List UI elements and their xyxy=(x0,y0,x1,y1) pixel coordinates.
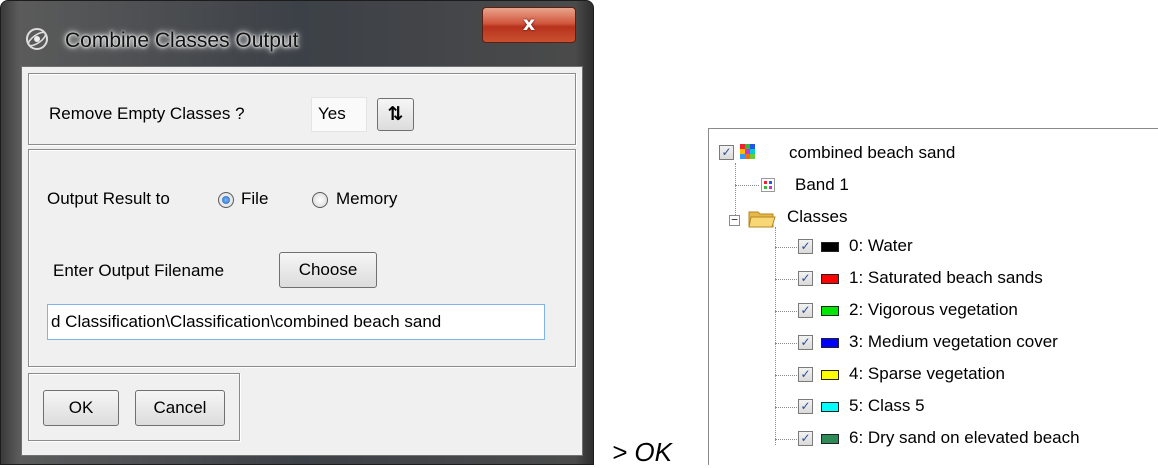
class-label[interactable]: 4: Sparse vegetation xyxy=(849,364,1005,384)
filename-label: Enter Output Filename xyxy=(53,261,225,280)
dialog-client-area: Remove Empty Classes ? Yes ⇅ Output Resu… xyxy=(21,66,583,456)
layer-tree-panel: ✓ combined beach sand Band 1 − Classes ✓… xyxy=(708,128,1158,465)
class-color-swatch[interactable] xyxy=(821,370,839,380)
choose-button[interactable]: Choose xyxy=(279,252,377,288)
band-icon xyxy=(761,178,775,192)
radio-memory-label[interactable]: Memory xyxy=(336,189,397,209)
class-checkbox[interactable]: ✓ xyxy=(798,399,813,414)
toggle-value-button[interactable]: ⇅ xyxy=(377,98,414,131)
class-color-swatch[interactable] xyxy=(821,306,839,316)
radio-file[interactable] xyxy=(218,192,234,208)
class-color-swatch[interactable] xyxy=(821,242,839,252)
class-checkbox[interactable]: ✓ xyxy=(798,303,813,318)
cancel-button[interactable]: Cancel xyxy=(135,390,225,426)
remove-empty-label: Remove Empty Classes ? xyxy=(49,104,245,123)
class-label[interactable]: 1: Saturated beach sands xyxy=(849,268,1043,288)
class-color-swatch[interactable] xyxy=(821,274,839,284)
tree-connector xyxy=(775,247,797,248)
output-filename-input[interactable]: d Classification\Classification\combined… xyxy=(47,304,545,340)
tree-connector xyxy=(775,227,776,445)
close-button[interactable]: x xyxy=(482,7,576,43)
class-checkbox[interactable]: ✓ xyxy=(798,239,813,254)
ok-caption: > OK xyxy=(612,437,672,467)
globe-app-icon xyxy=(26,28,48,50)
class-checkbox[interactable]: ✓ xyxy=(798,271,813,286)
class-checkbox[interactable]: ✓ xyxy=(798,367,813,382)
tree-connector xyxy=(775,343,797,344)
class-label[interactable]: 3: Medium vegetation cover xyxy=(849,332,1058,352)
remove-empty-value[interactable]: Yes xyxy=(311,97,367,132)
output-group: Output Result to File Memory Enter Outpu… xyxy=(28,149,576,367)
tree-connector xyxy=(775,311,797,312)
layer-checkbox[interactable]: ✓ xyxy=(719,145,734,160)
tree-connector xyxy=(775,279,797,280)
class-label[interactable]: 6: Dry sand on elevated beach xyxy=(849,428,1080,448)
radio-file-label[interactable]: File xyxy=(241,189,268,209)
radio-memory[interactable] xyxy=(312,192,328,208)
title-bar[interactable]: Combine Classes Output x xyxy=(1,1,595,73)
tree-connector xyxy=(775,439,797,440)
class-checkbox[interactable]: ✓ xyxy=(798,335,813,350)
dialog-title: Combine Classes Output xyxy=(65,29,299,52)
sort-arrows-icon: ⇅ xyxy=(387,103,404,125)
class-label[interactable]: 2: Vigorous vegetation xyxy=(849,300,1018,320)
class-color-swatch[interactable] xyxy=(821,338,839,348)
class-color-swatch[interactable] xyxy=(821,434,839,444)
combine-classes-dialog: Combine Classes Output x Remove Empty Cl… xyxy=(0,0,594,465)
tree-connector xyxy=(775,375,797,376)
tree-connector xyxy=(775,407,797,408)
tree-connector xyxy=(735,185,759,186)
remove-empty-group: Remove Empty Classes ? Yes ⇅ xyxy=(28,73,576,145)
close-icon: x xyxy=(522,13,536,35)
classes-folder-label[interactable]: Classes xyxy=(787,207,847,227)
raster-grid-icon xyxy=(740,144,755,159)
ok-button[interactable]: OK xyxy=(43,390,119,426)
collapse-toggle[interactable]: − xyxy=(729,214,740,226)
class-label[interactable]: 0: Water xyxy=(849,236,913,256)
class-checkbox[interactable]: ✓ xyxy=(798,431,813,446)
button-group: OK Cancel xyxy=(28,373,240,441)
folder-open-icon xyxy=(748,211,776,228)
class-color-swatch[interactable] xyxy=(821,402,839,412)
class-label[interactable]: 5: Class 5 xyxy=(849,396,925,416)
output-label: Output Result to xyxy=(47,189,170,208)
band-label[interactable]: Band 1 xyxy=(795,175,849,195)
layer-name[interactable]: combined beach sand xyxy=(789,143,955,163)
